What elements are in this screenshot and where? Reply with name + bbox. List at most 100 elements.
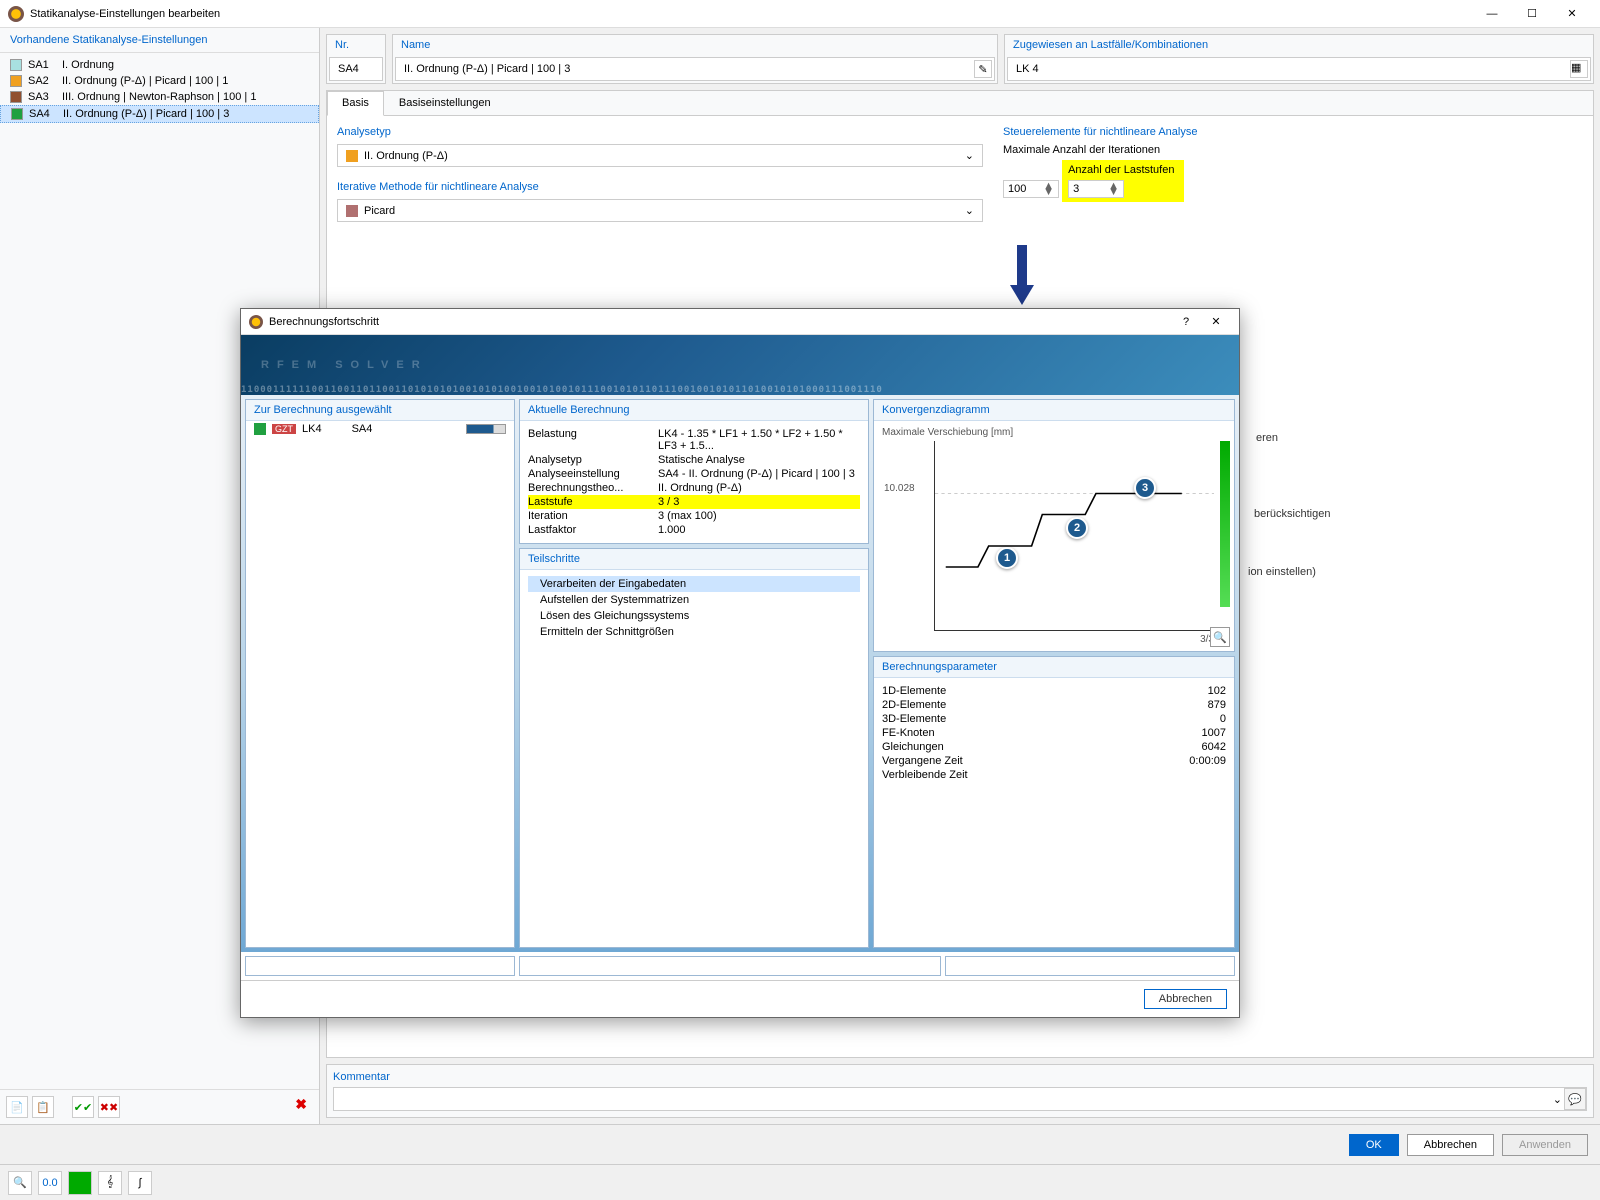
calc-val: 3 (max 100) — [658, 510, 860, 522]
left-toolbar: 📄 📋 ✔✔ ✖✖ ✖ — [0, 1089, 319, 1124]
tab-basis[interactable]: Basis — [327, 91, 384, 116]
status-bar: 🔍 0.0 𝄞 ∫ — [0, 1164, 1600, 1200]
progress-right — [945, 956, 1235, 976]
calc-row: AnalysetypStatische Analyse — [528, 453, 860, 467]
chevron-down-icon: ⌄ — [965, 149, 974, 162]
status-btn-3[interactable] — [68, 1171, 92, 1195]
new-button[interactable]: 📄 — [6, 1096, 28, 1118]
calc-key: Laststufe — [528, 496, 658, 508]
sa-name: III. Ordnung | Newton-Raphson | 100 | 1 — [62, 91, 309, 103]
convergence-chart: Maximale Verschiebung [mm] 10.028 1 2 3 … — [874, 421, 1234, 651]
analysis-type-dropdown[interactable]: II. Ordnung (P-Δ) ⌄ — [337, 144, 983, 167]
delete-button[interactable]: ✖ — [295, 1096, 307, 1118]
calc-row: Berechnungstheo...II. Ordnung (P-Δ) — [528, 481, 860, 495]
calc-key: Iteration — [528, 510, 658, 522]
copy-button[interactable]: 📋 — [32, 1096, 54, 1118]
chart-marker-3: 3 — [1134, 477, 1156, 499]
iter-method-dropdown[interactable]: Picard ⌄ — [337, 199, 983, 222]
cancel-button[interactable]: Abbrechen — [1407, 1134, 1494, 1156]
conv-header: Konvergenzdiagramm — [874, 400, 1234, 421]
controls-header: Steuerelemente für nichtlineare Analyse — [1003, 126, 1583, 138]
param-key: 3D-Elemente — [882, 713, 946, 725]
calc-key: Analyseeinstellung — [528, 468, 658, 480]
chevron-down-icon: ⌄ — [1553, 1093, 1562, 1106]
maximize-button[interactable]: ☐ — [1512, 0, 1552, 28]
window-title: Statikanalyse-Einstellungen bearbeiten — [30, 8, 1472, 20]
status-btn-4[interactable]: 𝄞 — [98, 1171, 122, 1195]
peek-text: ion einstellen) — [1248, 566, 1316, 578]
name-block: Name II. Ordnung (P-Δ) | Picard | 100 | … — [392, 34, 998, 84]
uncheck-button[interactable]: ✖✖ — [98, 1096, 120, 1118]
params-panel: Berechnungsparameter 1D-Elemente1022D-El… — [873, 656, 1235, 948]
tab-basiseinstellungen[interactable]: Basiseinstellungen — [384, 91, 506, 115]
sa-list-row[interactable]: SA4 II. Ordnung (P-Δ) | Picard | 100 | 3 — [0, 105, 319, 123]
status-btn-5[interactable]: ∫ — [128, 1171, 152, 1195]
help-button[interactable]: ? — [1171, 316, 1201, 328]
minimize-button[interactable]: — — [1472, 0, 1512, 28]
row-lk: LK4 — [302, 423, 322, 435]
sa-id: SA1 — [28, 59, 56, 71]
param-key: Vergangene Zeit — [882, 755, 963, 767]
progress-mid — [519, 956, 941, 976]
analysis-type-value: II. Ordnung (P-Δ) — [364, 150, 448, 162]
row-progress-bar — [466, 424, 506, 434]
status-btn-2[interactable]: 0.0 — [38, 1171, 62, 1195]
sa-id: SA2 — [28, 75, 56, 87]
sa-list-row[interactable]: SA3 III. Ordnung | Newton-Raphson | 100 … — [0, 89, 319, 105]
dialog-cancel-button[interactable]: Abbrechen — [1144, 989, 1227, 1009]
ok-button[interactable]: OK — [1349, 1134, 1399, 1156]
load-steps-input[interactable]: 3 ▲▼ — [1068, 180, 1124, 198]
calc-row: Laststufe3 / 3 — [528, 495, 860, 509]
chart-marker-1: 1 — [996, 547, 1018, 569]
calc-val: SA4 - II. Ordnung (P-Δ) | Picard | 100 |… — [658, 468, 860, 480]
step-item: Lösen des Gleichungssystems — [528, 608, 860, 624]
progress-dialog: Berechnungsfortschritt ? ✕ RFEM SOLVER 1… — [240, 308, 1240, 1018]
name-text: II. Ordnung (P-Δ) | Picard | 100 | 3 — [404, 63, 570, 75]
param-key: Gleichungen — [882, 741, 944, 753]
spinner-icons[interactable]: ▲▼ — [1043, 183, 1054, 195]
param-val: 0:00:09 — [1189, 755, 1226, 767]
load-steps-value: 3 — [1073, 183, 1079, 195]
param-row: 2D-Elemente879 — [882, 698, 1226, 712]
max-iter-label: Maximale Anzahl der Iterationen — [1003, 144, 1583, 156]
banner-bits: 1100011111100110011011001101010101001010… — [241, 385, 1239, 395]
calc-panel: Aktuelle Berechnung BelastungLK4 - 1.35 … — [519, 399, 869, 544]
sa-name: II. Ordnung (P-Δ) | Picard | 100 | 1 — [62, 75, 309, 87]
max-iter-input[interactable]: 100 ▲▼ — [1003, 180, 1059, 198]
chart-zoom-button[interactable]: 🔍 — [1210, 627, 1230, 647]
calc-val: LK4 - 1.35 * LF1 + 1.50 * LF2 + 1.50 * L… — [658, 428, 860, 452]
param-row: Verbleibende Zeit — [882, 768, 1226, 782]
sa-list-row[interactable]: SA1 I. Ordnung — [0, 57, 319, 73]
calc-val: Statische Analyse — [658, 454, 860, 466]
assign-input[interactable]: LK 4 ▦ — [1007, 57, 1591, 81]
analysis-type-swatch — [346, 150, 358, 162]
param-val: 0 — [1220, 713, 1226, 725]
step-item: Ermitteln der Schnittgrößen — [528, 624, 860, 640]
assign-edit-icon[interactable]: ▦ — [1570, 60, 1588, 78]
check-button[interactable]: ✔✔ — [72, 1096, 94, 1118]
spinner-icons[interactable]: ▲▼ — [1108, 183, 1119, 195]
apply-button[interactable]: Anwenden — [1502, 1134, 1588, 1156]
calc-val: 1.000 — [658, 524, 860, 536]
comment-input[interactable]: ⌄ 💬 — [333, 1087, 1587, 1111]
param-val: 879 — [1208, 699, 1226, 711]
close-button[interactable]: ✕ — [1552, 0, 1592, 28]
row-sa: SA4 — [352, 423, 373, 435]
bottom-bar: OK Abbrechen Anwenden — [0, 1124, 1600, 1164]
param-val: 1007 — [1202, 727, 1226, 739]
load-steps-label: Anzahl der Laststufen — [1064, 162, 1178, 178]
iter-method-swatch — [346, 205, 358, 217]
convergence-panel: Konvergenzdiagramm Maximale Verschiebung… — [873, 399, 1235, 652]
status-search-icon[interactable]: 🔍 — [8, 1171, 32, 1195]
dialog-banner: RFEM SOLVER 1100011111100110011011001101… — [241, 335, 1239, 395]
name-edit-icon[interactable]: ✎ — [974, 60, 992, 78]
calc-key: Berechnungstheo... — [528, 482, 658, 494]
comment-pick-button[interactable]: 💬 — [1564, 1088, 1586, 1110]
swatch-icon — [10, 59, 22, 71]
swatch-icon — [10, 91, 22, 103]
dialog-close-button[interactable]: ✕ — [1201, 315, 1231, 328]
sa-list-row[interactable]: SA2 II. Ordnung (P-Δ) | Picard | 100 | 1 — [0, 73, 319, 89]
max-iter-value: 100 — [1008, 183, 1026, 195]
name-input[interactable]: II. Ordnung (P-Δ) | Picard | 100 | 3 ✎ — [395, 57, 995, 81]
calc-val: 3 / 3 — [658, 496, 860, 508]
